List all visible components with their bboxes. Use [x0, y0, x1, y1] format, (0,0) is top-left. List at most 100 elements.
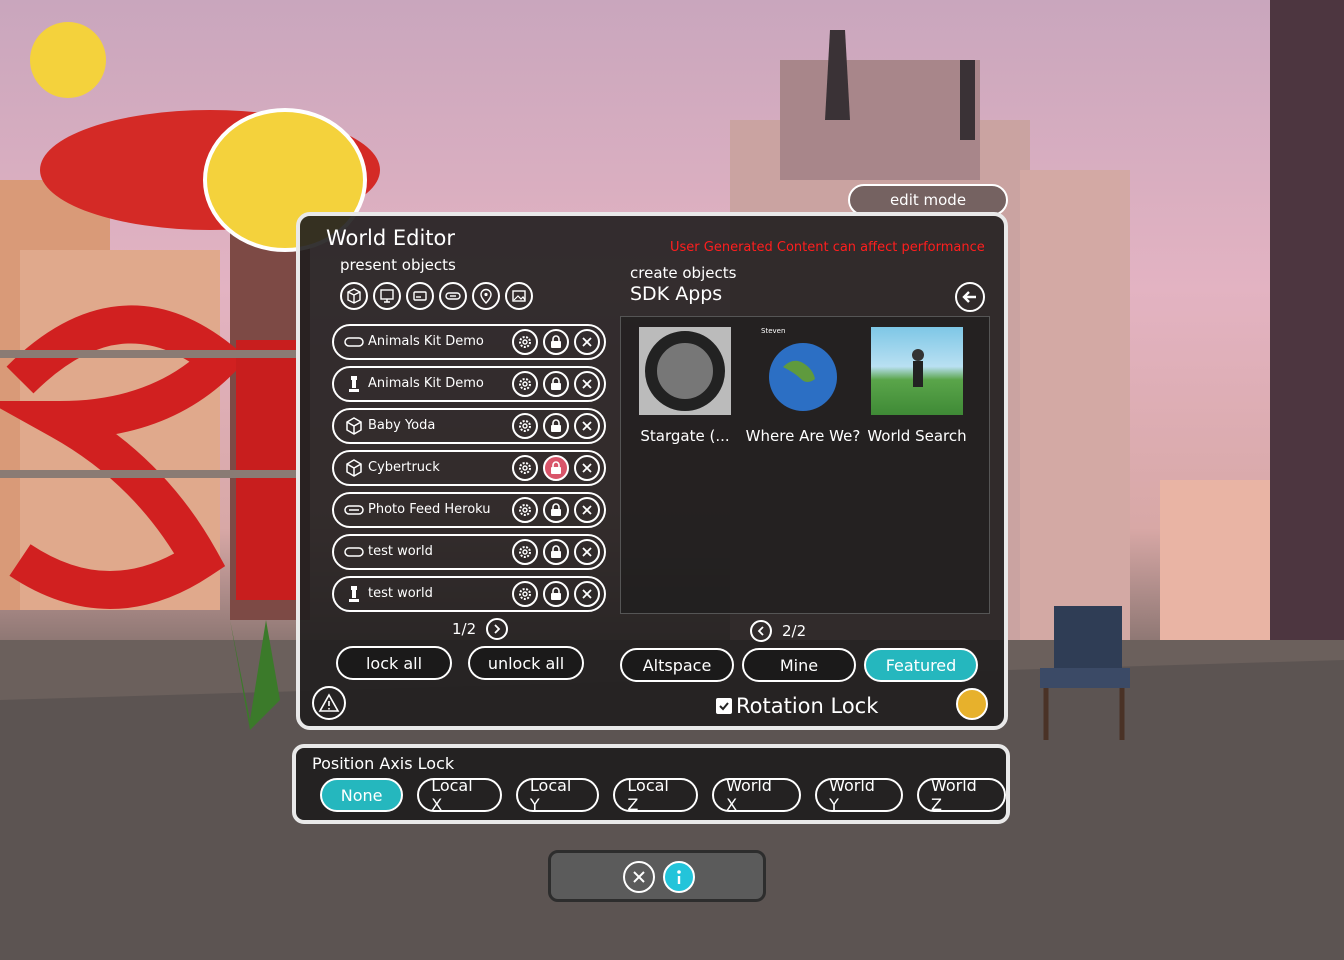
app-thumbnail: Steven — [757, 327, 849, 415]
lock-button[interactable] — [543, 539, 569, 565]
lock-button[interactable] — [543, 497, 569, 523]
sdk-apps-grid: Stargate (... Steven Where Are We? World… — [620, 316, 990, 614]
object-label: test world — [368, 544, 433, 559]
object-row[interactable]: Cybertruck — [332, 450, 606, 486]
app-tile[interactable]: Steven Where Are We? — [743, 327, 863, 445]
monitor-icon — [380, 289, 394, 303]
filter-monitor-button[interactable] — [373, 282, 401, 310]
lock-icon — [551, 545, 561, 558]
object-label: test world — [368, 586, 433, 601]
lock-all-button[interactable]: lock all — [336, 646, 452, 680]
present-objects-list: Animals Kit Demo Animals Kit Demo Baby Y… — [332, 324, 606, 618]
app-tile[interactable]: Stargate (... — [625, 327, 745, 445]
object-label: Baby Yoda — [368, 418, 436, 433]
object-row[interactable]: Photo Feed Heroku — [332, 492, 606, 528]
object-label: Photo Feed Heroku — [368, 502, 491, 517]
rotation-lock-label: Rotation Lock — [736, 694, 879, 718]
objects-page-indicator: 1/2 — [452, 620, 477, 638]
axis-world-x-button[interactable]: World X — [712, 776, 802, 814]
gear-icon — [519, 420, 531, 432]
image-icon — [512, 290, 526, 302]
close-editor-button[interactable] — [623, 861, 655, 893]
info-icon — [677, 870, 681, 884]
tab-mine[interactable]: Mine — [742, 648, 856, 682]
axis-none-button[interactable]: None — [320, 778, 404, 812]
remove-button[interactable] — [574, 539, 600, 565]
axis-local-x-button[interactable]: Local X — [417, 776, 502, 814]
lock-icon — [551, 419, 561, 432]
object-row[interactable]: Animals Kit Demo — [332, 324, 606, 360]
settings-button[interactable] — [512, 371, 538, 397]
app-label: World Search — [867, 427, 967, 445]
app-thumbnail-caption: Steven — [761, 327, 786, 335]
app-thumbnail — [871, 327, 963, 415]
section-title: SDK Apps — [630, 283, 723, 305]
world-editor-panel: World Editor present objects User Genera… — [296, 212, 1008, 730]
tab-altspace[interactable]: Altspace — [620, 648, 734, 682]
filter-card-button[interactable] — [406, 282, 434, 310]
create-objects-label: create objects — [630, 264, 737, 282]
object-row[interactable]: Baby Yoda — [332, 408, 606, 444]
remove-button[interactable] — [574, 581, 600, 607]
filter-image-button[interactable] — [505, 282, 533, 310]
rotation-lock-toggle[interactable]: Rotation Lock — [716, 694, 878, 718]
arrow-left-icon — [962, 291, 976, 303]
close-icon — [633, 871, 645, 883]
thinking-emoji-button[interactable] — [956, 688, 988, 720]
cube-icon — [347, 288, 361, 304]
axis-world-y-button[interactable]: World Y — [815, 776, 903, 814]
link-icon — [344, 505, 364, 515]
checkmark-icon — [719, 702, 729, 711]
lock-button[interactable] — [543, 413, 569, 439]
axis-world-z-button[interactable]: World Z — [916, 776, 1006, 814]
object-label: Cybertruck — [368, 460, 440, 475]
info-button[interactable] — [663, 861, 695, 893]
axis-options: None Local X Local Y Local Z World X Wor… — [320, 776, 1006, 814]
settings-button[interactable] — [512, 539, 538, 565]
axis-local-z-button[interactable]: Local Z — [613, 776, 699, 814]
lock-icon — [551, 377, 561, 390]
tab-featured[interactable]: Featured — [864, 648, 978, 682]
filter-location-button[interactable] — [472, 282, 500, 310]
remove-button[interactable] — [574, 329, 600, 355]
next-page-button[interactable] — [486, 618, 509, 640]
unlock-all-button[interactable]: unlock all — [468, 646, 584, 680]
report-button[interactable] — [312, 686, 346, 720]
lock-icon — [551, 335, 561, 348]
map-pin-icon — [480, 288, 492, 304]
remove-button[interactable] — [574, 371, 600, 397]
previous-page-button[interactable] — [750, 620, 772, 642]
settings-button[interactable] — [512, 329, 538, 355]
rotation-lock-checkbox[interactable] — [716, 698, 732, 714]
filter-link-button[interactable] — [439, 282, 467, 310]
back-button[interactable] — [955, 282, 985, 312]
settings-button[interactable] — [512, 413, 538, 439]
settings-button[interactable] — [512, 497, 538, 523]
object-row[interactable]: test world — [332, 576, 606, 612]
close-icon — [582, 547, 592, 557]
object-label: Animals Kit Demo — [368, 334, 484, 349]
lock-button[interactable] — [543, 329, 569, 355]
stargate-ring-image — [645, 331, 725, 411]
gear-icon — [519, 588, 531, 600]
close-icon — [582, 337, 592, 347]
gear-icon — [519, 546, 531, 558]
lock-button-active[interactable] — [543, 455, 569, 481]
filter-cube-button[interactable] — [340, 282, 368, 310]
app-thumbnail — [639, 327, 731, 415]
app-tile[interactable]: World Search — [857, 327, 977, 445]
object-row[interactable]: test world — [332, 534, 606, 570]
present-objects-label: present objects — [340, 256, 456, 274]
lock-button[interactable] — [543, 581, 569, 607]
object-label: Animals Kit Demo — [368, 376, 484, 391]
remove-button[interactable] — [574, 455, 600, 481]
remove-button[interactable] — [574, 497, 600, 523]
lock-icon — [551, 587, 561, 600]
lock-button[interactable] — [543, 371, 569, 397]
axis-local-y-button[interactable]: Local Y — [515, 776, 600, 814]
object-row[interactable]: Animals Kit Demo — [332, 366, 606, 402]
apps-page-indicator: 2/2 — [782, 622, 807, 640]
settings-button[interactable] — [512, 581, 538, 607]
remove-button[interactable] — [574, 413, 600, 439]
settings-button[interactable] — [512, 455, 538, 481]
